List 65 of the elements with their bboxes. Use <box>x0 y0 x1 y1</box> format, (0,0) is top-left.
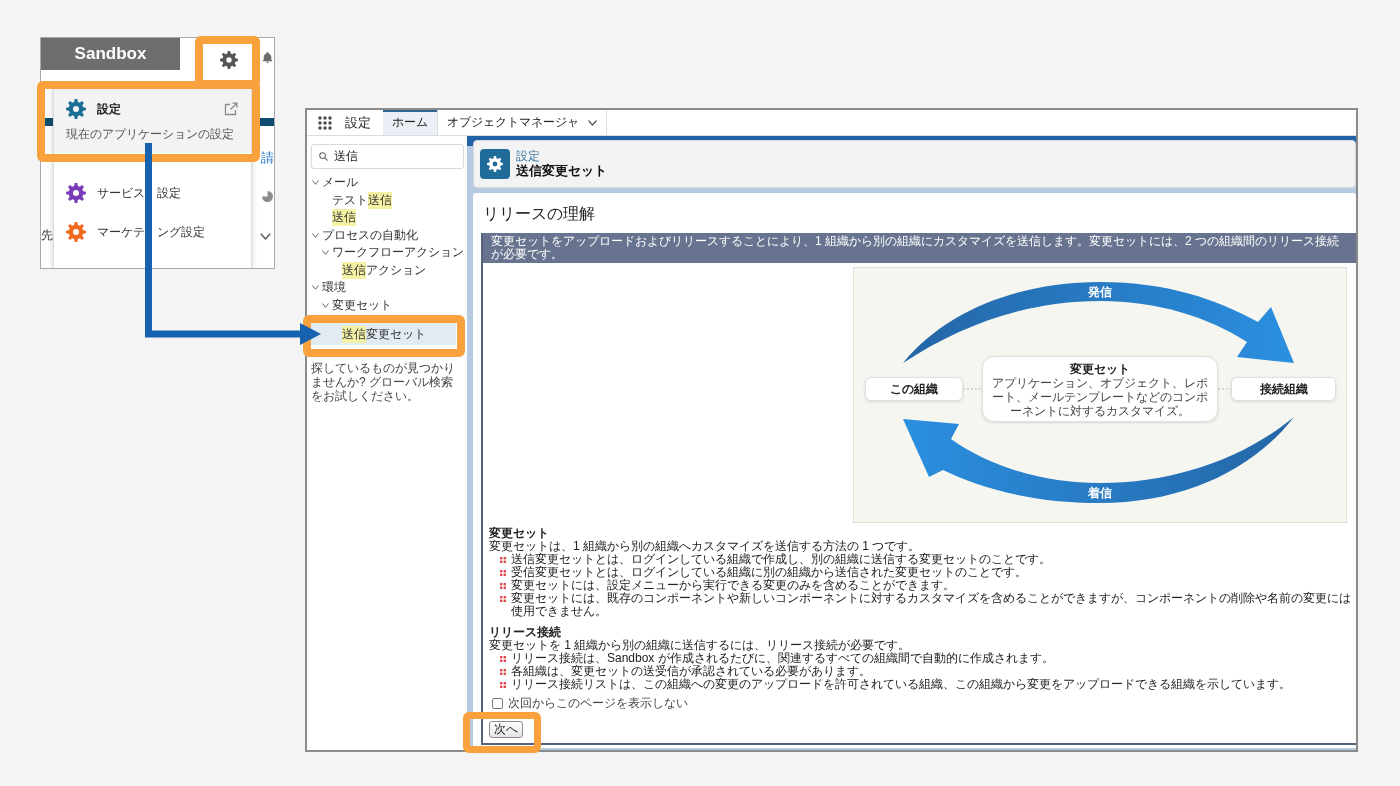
bullet-icon <box>500 681 506 688</box>
bullet-text: 受信変更セットとは、ログインしている組織に別の組織から送信された変更セットのことです。 <box>511 566 1027 579</box>
tree-item[interactable]: 送信変更セット <box>311 323 456 345</box>
arrow-label: 着信 <box>1088 486 1112 500</box>
arrow-label: 発信 <box>1088 285 1112 299</box>
chevron-icon[interactable] <box>260 233 271 240</box>
section-text: 変更セットは、1 組織から別の組織へカスタマイズを送信する方法の 1 つです。 <box>489 540 922 553</box>
external-link-icon[interactable] <box>224 102 238 116</box>
bullet-text: 変更セットには、既存のコンポーネントや新しいコンポーネントに対するカスタマイズを含めることができますが、コンポーネントの削除や名前の変更には使用できません。 <box>511 592 1352 618</box>
tree-item[interactable]: メール <box>312 174 358 192</box>
chevron-icon[interactable] <box>322 250 329 256</box>
tab[interactable]: ホーム <box>383 110 438 135</box>
menu-item[interactable]: サービス 設定 <box>54 175 251 211</box>
tree-item[interactable]: テスト送信 <box>332 191 392 209</box>
section-heading: 変更セット <box>489 527 550 540</box>
chevron-icon[interactable] <box>312 285 319 291</box>
checkbox-label: 次回からこのページを表示しない <box>508 696 688 710</box>
bullet-icon <box>500 582 506 589</box>
org-node: 接続組織 <box>1231 377 1336 401</box>
info-banner: 変更セットをアップロードおよびリリースすることにより、1 組織から別の組織にカスタマイズを送信します。変更セットには、2 つの組織間のリリース接続が必要です。 <box>483 233 1356 263</box>
org-node: この組織 <box>865 377 963 401</box>
settings-icon[interactable] <box>220 51 238 69</box>
bullet-icon <box>500 655 506 662</box>
tree-item[interactable]: 変更セット <box>322 296 392 314</box>
chevron-icon[interactable] <box>322 302 329 308</box>
page-title: 送信変更セット <box>516 162 607 179</box>
bell-icon[interactable] <box>261 49 274 65</box>
tree-item[interactable]: プロセスの自動化 <box>312 226 418 244</box>
bullet-text: リリース接続は、Sandbox が作成されるたびに、関連するすべての組織間で自動的に作成されます。 <box>511 652 1054 665</box>
app-name: 設定 <box>345 113 371 132</box>
next-button[interactable]: 次へ <box>489 721 523 738</box>
node-description: アプリケーション、オブジェクト、レポート、メールテンプレートなどのコンポーネントに対するカスタマイズ。 <box>991 376 1209 418</box>
checkbox[interactable] <box>492 697 503 709</box>
chevron-icon[interactable] <box>312 232 319 238</box>
gear-icon <box>480 149 510 179</box>
node-title: 変更セット <box>1069 362 1131 376</box>
bullet-icon <box>500 556 506 563</box>
bullet-text: 各組織は、変更セットの送受信が承認されている必要があります。 <box>511 665 871 678</box>
section-text: 変更セットを 1 組織から別の組織に送信するには、リリース接続が必要です。 <box>489 639 912 652</box>
menu-item[interactable]: 設定 現在のアプリケーションの設定 <box>54 89 251 153</box>
tree-item[interactable]: 送信 <box>332 209 356 227</box>
breadcrumb-link[interactable]: 設定 <box>516 149 540 163</box>
section-title: リリースの理解 <box>482 204 595 224</box>
bullet-text: リリース接続リストは、この組織への変更のアップロードを許可されている組織、この組織から変更をアップロードできる組織を示しています。 <box>511 678 1291 691</box>
menu-item[interactable]: マーケテ ング設定 <box>54 214 251 250</box>
sandbox-label: Sandbox <box>41 38 180 70</box>
chevron-icon[interactable] <box>312 180 319 186</box>
chevron-icon[interactable] <box>588 119 597 126</box>
section-heading: リリース接続 <box>489 626 562 639</box>
tree-item[interactable]: 送信アクション <box>342 261 426 279</box>
bullet-icon <box>500 569 506 576</box>
search-field[interactable]: 送信 <box>311 144 464 169</box>
bullet-text: 送信変更セットとは、ログインしている組織で作成し、別の組織に送信する変更セットのことです。 <box>511 553 1051 566</box>
bullet-icon <box>500 668 506 675</box>
tab[interactable]: オブジェクトマネージャ <box>438 110 607 135</box>
app-launcher-icon[interactable] <box>318 115 332 130</box>
tree-item[interactable]: ワークフローアクション <box>322 244 464 262</box>
bullet-icon <box>500 595 506 602</box>
menu-item-description: 現在のアプリケーションの設定 <box>66 127 234 141</box>
label-text: 先 <box>41 228 53 242</box>
not-found-message: 探しているものが見つかりませんか? グローバル検索をお試しください。 <box>311 361 456 403</box>
search-icon <box>319 152 328 161</box>
bullet-text: 変更セットには、設定メニューから実行できる変更のみを含めることができます。 <box>511 579 955 592</box>
tree-item[interactable]: 環境 <box>312 279 346 297</box>
link-text[interactable]: 請 <box>261 150 274 165</box>
